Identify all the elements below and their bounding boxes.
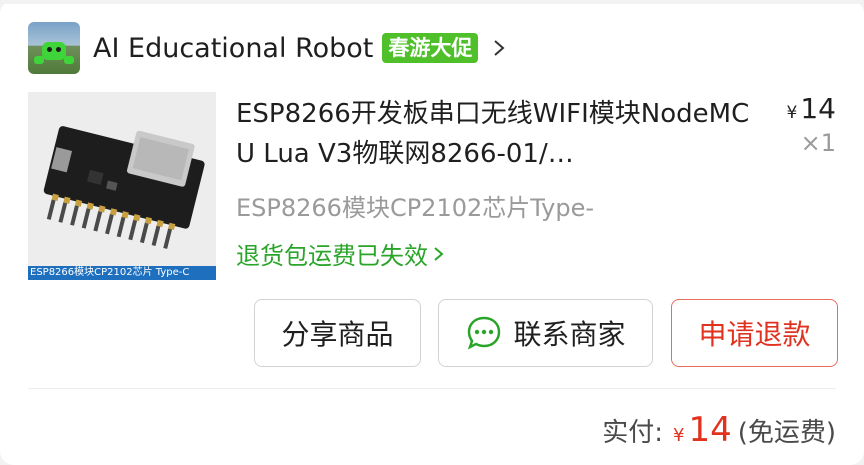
shop-header[interactable]: AI Educational Robot 春游大促 bbox=[28, 22, 510, 74]
thumbnail-caption: ESP8266模块CP2102芯片 Type-C bbox=[28, 266, 216, 280]
robot-body-shape bbox=[42, 42, 66, 60]
payment-summary: 实付: ¥ 14 (免运费) bbox=[602, 410, 836, 450]
refund-shipping-note[interactable]: 退货包运费已失效 bbox=[236, 236, 446, 271]
robot-eye-shape bbox=[56, 47, 61, 52]
quantity: ×1 bbox=[800, 129, 836, 157]
price-column: ¥14 ×1 bbox=[787, 92, 836, 157]
sku-spec: ESP8266模块CP2102芯片Type- bbox=[236, 194, 595, 222]
robot-leg-shape bbox=[34, 56, 44, 64]
promo-badge: 春游大促 bbox=[382, 33, 479, 63]
chevron-right-icon[interactable] bbox=[488, 37, 510, 59]
chevron-right-icon bbox=[434, 246, 444, 261]
paid-amount: 14 bbox=[688, 410, 732, 450]
refund-button-label: 申请退款 bbox=[698, 318, 811, 351]
share-button-label: 分享商品 bbox=[281, 318, 394, 351]
shop-logo bbox=[28, 22, 80, 74]
unit-price-value: 14 bbox=[800, 92, 836, 125]
product-thumbnail[interactable]: ESP8266模块CP2102芯片 Type-C bbox=[28, 92, 216, 280]
contact-button-label: 联系商家 bbox=[513, 318, 626, 351]
divider bbox=[28, 388, 836, 389]
order-item-card: AI Educational Robot 春游大促 ESP8266模块CP210… bbox=[0, 0, 864, 465]
product-title[interactable]: ESP8266开发板串口无线WIFI模块NodeMCU Lua V3物联网826… bbox=[236, 94, 756, 174]
shipping-note: (免运费) bbox=[737, 418, 836, 448]
esp8266-board-image bbox=[28, 92, 216, 266]
shop-name[interactable]: AI Educational Robot bbox=[93, 33, 373, 64]
contact-seller-button[interactable]: 联系商家 bbox=[438, 299, 653, 367]
card-top-gap bbox=[0, 0, 864, 4]
currency-symbol: ¥ bbox=[786, 103, 798, 123]
unit-price: ¥14 bbox=[787, 92, 836, 125]
paid-label: 实付: bbox=[602, 418, 663, 448]
paid-currency-symbol: ¥ bbox=[672, 425, 685, 446]
request-refund-button[interactable]: 申请退款 bbox=[671, 299, 838, 367]
refund-note-text: 退货包运费已失效 bbox=[236, 242, 428, 270]
robot-eye-shape bbox=[47, 47, 52, 52]
robot-leg-shape bbox=[64, 56, 74, 64]
share-product-button[interactable]: 分享商品 bbox=[254, 299, 421, 367]
chat-bubble-icon bbox=[468, 316, 501, 350]
